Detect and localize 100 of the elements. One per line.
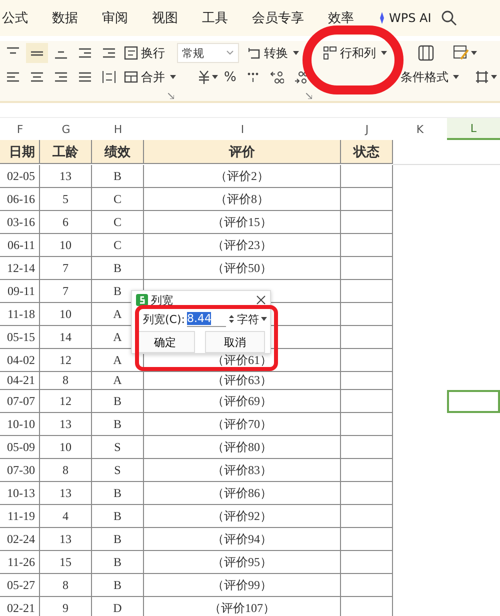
column-header[interactable]: J [341, 118, 393, 140]
column-header[interactable]: F [0, 118, 40, 140]
table-cell: 10 [40, 436, 92, 459]
percent-button[interactable]: % [224, 70, 236, 84]
table-cell: 7 [40, 257, 92, 280]
empty-cell [341, 413, 393, 436]
thousands-icon[interactable] [246, 71, 260, 83]
column-header[interactable]: I [144, 118, 341, 140]
empty-cell [341, 303, 393, 326]
table-cell: C [92, 188, 144, 211]
header-cell: 工龄 [40, 140, 92, 164]
table-grid-icon[interactable] [417, 44, 435, 62]
border-icon[interactable] [475, 70, 490, 84]
table-cell: B [92, 257, 144, 280]
table-cell: 04-21 [0, 372, 40, 390]
unit-dropdown[interactable]: 字符 [237, 312, 267, 326]
menu-tab[interactable]: 工具 [202, 9, 228, 27]
table-cell: 12 [40, 390, 92, 413]
convert-button[interactable]: 转换 [245, 43, 301, 63]
empty-cell [341, 211, 393, 234]
search-icon[interactable] [441, 10, 458, 26]
table-cell: 13 [40, 413, 92, 436]
table-style-icon[interactable] [453, 45, 469, 61]
indent-increase-icon [102, 47, 116, 59]
caret-icon [381, 51, 387, 55]
empty-cell [341, 234, 393, 257]
table-cell: 13 [40, 528, 92, 551]
decimal-increase-icon[interactable] [270, 70, 284, 84]
table-cell: 9 [40, 597, 92, 616]
menu-tab[interactable]: 效率 [328, 9, 354, 27]
column-header[interactable]: L [447, 118, 500, 140]
active-cell[interactable] [447, 390, 500, 413]
merge-button[interactable]: 合并 [122, 67, 178, 87]
table-cell: 8 [40, 574, 92, 597]
justify-icon [78, 71, 92, 83]
cancel-button[interactable]: 取消 [205, 331, 265, 353]
empty-cell [341, 349, 393, 372]
empty-cell [341, 390, 393, 413]
distribute-icon [102, 70, 116, 84]
sparkle-icon [378, 12, 386, 24]
rows-columns-button[interactable]: 行和列 [321, 43, 389, 63]
column-header[interactable]: H [92, 118, 144, 140]
table-cell: 8 [40, 372, 92, 390]
menu-tab[interactable]: 审阅 [102, 9, 128, 27]
close-icon[interactable] [256, 295, 266, 305]
table-cell: 15 [40, 551, 92, 574]
table-cell: B [92, 551, 144, 574]
caret-icon [170, 75, 176, 79]
caret-icon [471, 51, 477, 55]
table-cell: C [92, 211, 144, 234]
wrap-text-button[interactable]: 换行 [122, 43, 167, 63]
empty-cell [341, 459, 393, 482]
caret-icon [491, 75, 498, 79]
menu-tab[interactable]: 数据 [52, 9, 78, 27]
table-cell: 13 [40, 165, 92, 188]
table-cell: （评价86） [144, 482, 341, 505]
expand-corner-icon[interactable] [306, 93, 312, 99]
table-cell: B [92, 390, 144, 413]
chevron-icon [226, 50, 234, 56]
empty-cell [341, 372, 393, 390]
table-cell: （评价2） [144, 165, 341, 188]
table-cell: 02-05 [0, 165, 40, 188]
table-cell: 8 [40, 459, 92, 482]
table-cell: 7 [40, 280, 92, 303]
table-cell: （评价99） [144, 574, 341, 597]
table-cell: B [92, 574, 144, 597]
column-header[interactable]: K [393, 118, 447, 140]
decimal-decrease-icon[interactable] [294, 70, 308, 84]
header-cell: 状态 [341, 140, 393, 164]
column-header[interactable]: G [40, 118, 92, 140]
table-cell: 12-14 [0, 257, 40, 280]
table-cell: （评价80） [144, 436, 341, 459]
expand-corner-icon[interactable] [168, 93, 174, 99]
table-cell: 6 [40, 211, 92, 234]
table-cell: （评价94） [144, 528, 341, 551]
table-cell: （评价83） [144, 459, 341, 482]
menu-tab[interactable]: 会员专享 [252, 9, 304, 27]
spinner-icon[interactable] [228, 313, 235, 325]
table-cell: （评价63） [144, 372, 341, 390]
currency-icon[interactable] [198, 70, 210, 84]
header-cell: 绩效 [92, 140, 144, 164]
menu-tab[interactable]: 视图 [152, 9, 178, 27]
empty-cell [341, 528, 393, 551]
number-format-dropdown[interactable]: 常规 [177, 43, 239, 63]
table-cell: （评价95） [144, 551, 341, 574]
table-cell: （评价107） [144, 597, 341, 616]
table-cell: S [92, 436, 144, 459]
table-cell: （评价69） [144, 390, 341, 413]
menu-tab[interactable]: 公式 [2, 9, 28, 27]
table-cell: B [92, 528, 144, 551]
table-cell: C [92, 234, 144, 257]
table-cell: 11-18 [0, 303, 40, 326]
ai-tab[interactable]: WPS AI [378, 11, 432, 25]
table-cell: 5 [40, 188, 92, 211]
table-cell: 07-30 [0, 459, 40, 482]
table-cell: 13 [40, 482, 92, 505]
table-cell: 05-15 [0, 326, 40, 349]
conditional-format-button[interactable]: 条件格式 [398, 67, 462, 87]
caret-icon [261, 317, 267, 321]
table-cell: （评价8） [144, 188, 341, 211]
